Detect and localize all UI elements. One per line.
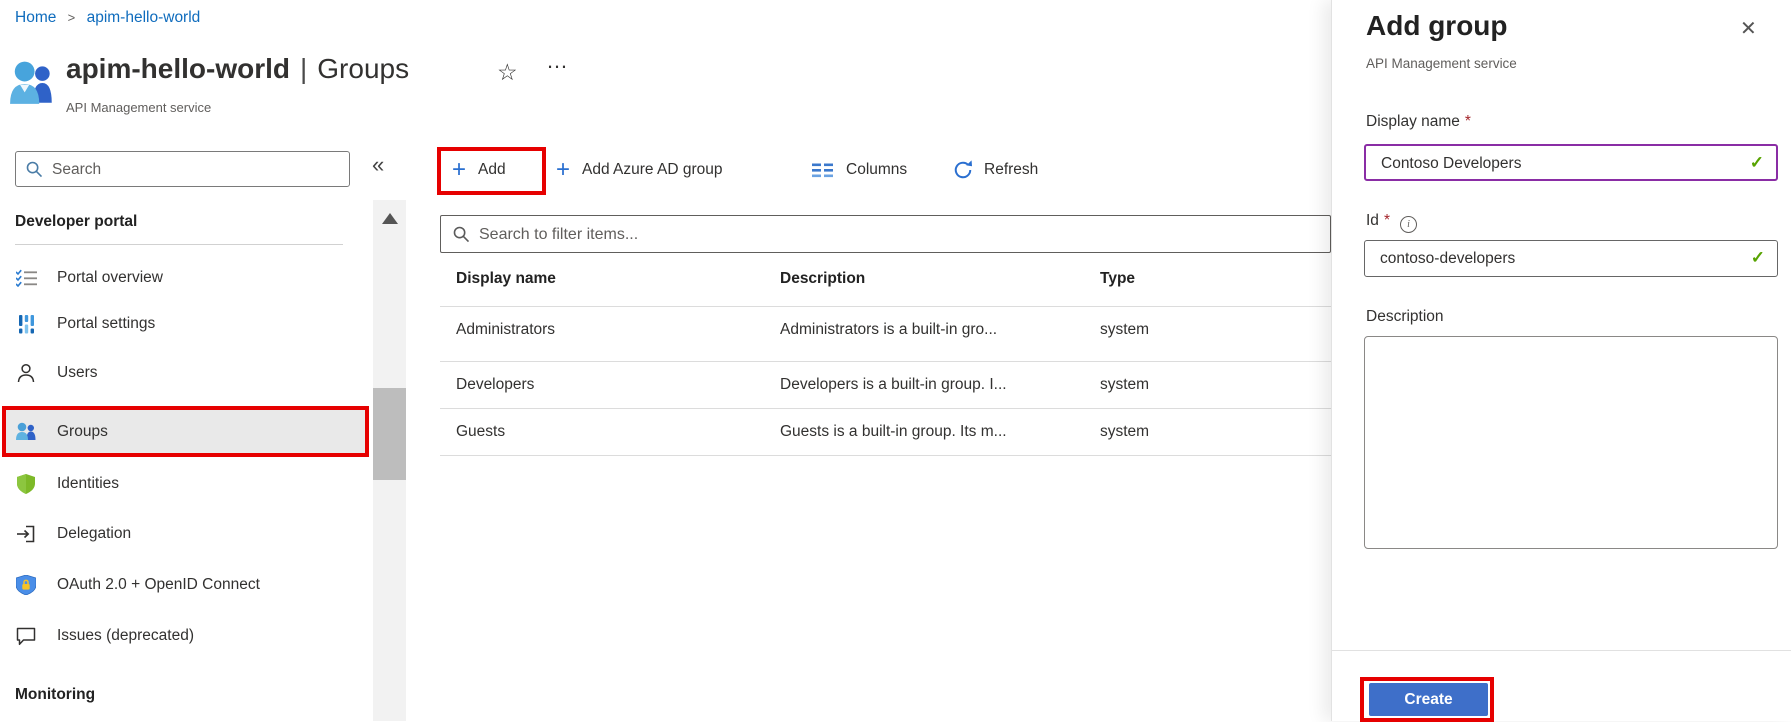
required-asterisk: *: [1465, 113, 1471, 130]
sidebar-item-label: Issues (deprecated): [57, 627, 194, 645]
panel-footer-divider: [1332, 650, 1791, 651]
table-row-guests[interactable]: Guests Guests is a built-in group. Its m…: [440, 409, 1331, 456]
sidebar-item-oauth[interactable]: OAuth 2.0 + OpenID Connect: [15, 572, 345, 598]
breadcrumb-service-link[interactable]: apim-hello-world: [87, 9, 201, 26]
display-name-field-wrap: ✓: [1364, 144, 1778, 181]
sidebar-item-portal-settings[interactable]: Portal settings: [15, 311, 345, 337]
scrollbar-thumb[interactable]: [373, 388, 406, 480]
sidebar-item-label: Delegation: [57, 525, 131, 543]
table-row-developers[interactable]: Developers Developers is a built-in grou…: [440, 362, 1331, 409]
search-icon: [26, 161, 43, 178]
cell-display-name: Developers: [456, 376, 534, 394]
add-azure-ad-group-button[interactable]: + Add Azure AD group: [556, 148, 722, 192]
add-azure-ad-group-label: Add Azure AD group: [582, 161, 722, 179]
add-button-label: Add: [478, 161, 506, 179]
search-icon: [453, 226, 470, 243]
refresh-button-label: Refresh: [984, 161, 1038, 179]
groups-icon: [15, 422, 37, 442]
breadcrumb: Home > apim-hello-world: [15, 9, 200, 27]
cell-description: Developers is a built-in group. I...: [780, 376, 1007, 394]
more-options-icon[interactable]: …: [546, 48, 570, 74]
column-header-description[interactable]: Description: [780, 270, 865, 288]
cell-type: system: [1100, 321, 1149, 339]
collapse-menu-button[interactable]: «: [372, 152, 384, 178]
sliders-icon: [15, 315, 37, 334]
sidebar-item-label: Groups: [57, 423, 108, 441]
description-label: Description: [1366, 308, 1444, 326]
column-header-type[interactable]: Type: [1100, 270, 1135, 288]
page-title-resource: apim-hello-world: [66, 53, 290, 84]
cell-type: system: [1100, 376, 1149, 394]
sidebar-item-groups[interactable]: Groups: [15, 419, 345, 445]
description-field[interactable]: [1364, 336, 1778, 549]
sidebar-search-box: [15, 151, 350, 187]
display-name-label: Display name *: [1366, 113, 1471, 131]
valid-check-icon: ✓: [1751, 248, 1765, 268]
refresh-button[interactable]: Refresh: [952, 148, 1038, 192]
sidebar-section-monitoring: Monitoring: [15, 686, 95, 704]
sidebar-section-developer-portal: Developer portal: [15, 213, 137, 231]
checklist-icon: [15, 269, 37, 287]
sidebar-item-users[interactable]: Users: [15, 360, 345, 386]
sidebar-item-label: Portal settings: [57, 315, 155, 333]
columns-button[interactable]: Columns: [812, 148, 907, 192]
breadcrumb-home-link[interactable]: Home: [15, 9, 56, 26]
cell-type: system: [1100, 423, 1149, 441]
close-icon[interactable]: ✕: [1740, 16, 1757, 41]
id-label: Id * i: [1366, 212, 1417, 233]
plus-icon: +: [452, 158, 466, 182]
sidebar-item-delegation[interactable]: Delegation: [15, 521, 345, 547]
add-group-panel: Add group ✕ API Management service Displ…: [1331, 0, 1791, 721]
sidebar-item-identities[interactable]: Identities: [15, 471, 345, 497]
sidebar-divider: [15, 244, 343, 245]
page-subtitle: API Management service: [66, 100, 211, 115]
create-button[interactable]: Create: [1369, 683, 1488, 716]
cell-description: Administrators is a built-in gro...: [780, 321, 997, 339]
oauth-shield-icon: [15, 575, 37, 595]
valid-check-icon: ✓: [1750, 153, 1764, 173]
sidebar-item-label: Portal overview: [57, 269, 163, 287]
filter-items-input[interactable]: [477, 217, 1321, 253]
info-icon[interactable]: i: [1400, 216, 1417, 233]
breadcrumb-separator: >: [68, 10, 76, 25]
plus-icon: +: [556, 158, 570, 182]
sidebar-item-label: OAuth 2.0 + OpenID Connect: [57, 576, 260, 594]
user-icon: [15, 363, 37, 383]
table-divider: [440, 455, 1331, 456]
panel-subtitle: API Management service: [1366, 56, 1517, 71]
cell-description: Guests is a built-in group. Its m...: [780, 423, 1007, 441]
columns-icon: [812, 163, 836, 178]
sidebar-search-input[interactable]: [50, 153, 344, 187]
page-title: apim-hello-world | Groups: [66, 53, 409, 85]
columns-button-label: Columns: [846, 161, 907, 179]
scroll-up-icon[interactable]: [382, 213, 398, 224]
id-field-wrap: ✓: [1364, 240, 1778, 277]
id-label-text: Id: [1366, 212, 1379, 229]
panel-title: Add group: [1366, 10, 1508, 42]
add-button[interactable]: + Add: [452, 148, 506, 192]
column-header-display-name[interactable]: Display name: [456, 270, 556, 288]
table-header: Display name Description Type: [440, 270, 1331, 300]
sidebar-item-portal-overview[interactable]: Portal overview: [15, 265, 345, 291]
sidebar-scrollbar[interactable]: [373, 200, 406, 721]
id-field[interactable]: [1378, 242, 1742, 275]
required-asterisk: *: [1384, 212, 1390, 229]
display-name-label-text: Display name: [1366, 113, 1460, 130]
cell-display-name: Guests: [456, 423, 505, 441]
shield-icon: [15, 474, 37, 494]
page-title-separator: |: [300, 53, 307, 84]
delegation-icon: [15, 524, 37, 544]
page-title-section: Groups: [317, 53, 409, 84]
display-name-field[interactable]: [1379, 147, 1743, 180]
cell-display-name: Administrators: [456, 321, 555, 339]
sidebar-item-label: Identities: [57, 475, 119, 493]
table-row-administrators[interactable]: Administrators Administrators is a built…: [440, 307, 1331, 354]
filter-box: [440, 215, 1331, 253]
refresh-icon: [952, 159, 974, 181]
groups-page-icon: [8, 60, 58, 111]
sidebar-item-issues[interactable]: Issues (deprecated): [15, 623, 345, 649]
sidebar-item-label: Users: [57, 364, 97, 382]
speech-bubble-icon: [15, 627, 37, 646]
favorite-star-icon[interactable]: ☆: [497, 59, 518, 86]
